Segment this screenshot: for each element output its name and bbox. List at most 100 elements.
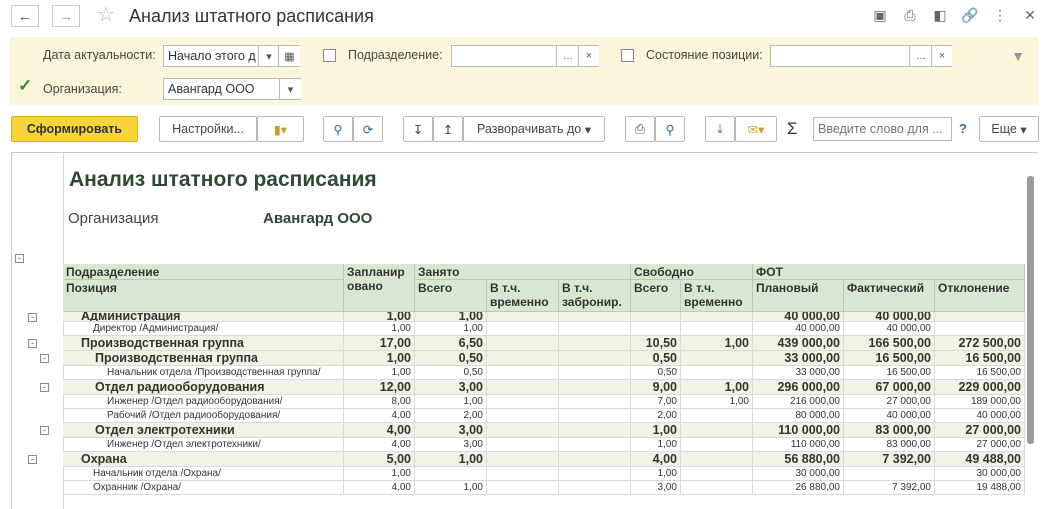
preview-icon[interactable]: ◧ xyxy=(931,6,949,24)
cell-name: Инженер /Отдел радиооборудования/ xyxy=(63,395,344,408)
table-row[interactable]: Инженер /Отдел электротехники/4,00 3,00 1,… xyxy=(63,438,1025,452)
cell-free-temp: 1,00 xyxy=(681,395,753,408)
cell-occ: 0,50 xyxy=(415,366,487,379)
find-button[interactable]: ⚲ xyxy=(323,116,353,142)
cell-fot-fact xyxy=(844,467,935,480)
print-button[interactable]: ⎙ xyxy=(625,116,655,142)
find-next-button[interactable]: ⟳ xyxy=(353,116,383,142)
cell-occ: 3,00 xyxy=(415,380,487,394)
sort-up-icon: ↥ xyxy=(442,122,454,137)
cell-free xyxy=(631,322,681,335)
collapse-group-button[interactable]: - xyxy=(40,354,49,363)
group-row[interactable]: Отдел радиооборудования 12,00 3,00 9,00 1,00… xyxy=(63,380,1025,395)
cell-dev: 30 000,00 xyxy=(935,467,1025,480)
variants-button[interactable]: ▮▾ xyxy=(257,116,304,142)
cell-occ: 1,00 xyxy=(415,312,487,321)
cell-plan: 1,00 xyxy=(344,322,415,335)
date-dropdown-button[interactable]: ▾ xyxy=(258,46,279,66)
group-row[interactable]: Охрана 5,00 1,00 4,00 56 880,00 7 392,00 49 48… xyxy=(63,452,1025,467)
cell-plan: 5,00 xyxy=(344,452,415,466)
state-select-button[interactable]: ... xyxy=(909,46,932,66)
preview-button[interactable]: ⚲ xyxy=(655,116,685,142)
cell-temp xyxy=(487,423,559,437)
cell-fot-plan: 80 000,00 xyxy=(753,409,844,422)
org-dropdown-button[interactable]: ▾ xyxy=(279,79,301,99)
close-icon[interactable]: ✕ xyxy=(1021,6,1039,24)
date-label: Дата актуальности: xyxy=(43,48,156,62)
menu-dots-icon[interactable]: ⋮ xyxy=(991,6,1009,24)
state-clear-button[interactable]: × xyxy=(931,46,952,66)
link-icon[interactable]: 🔗 xyxy=(961,6,979,24)
collapse-group-button[interactable]: - xyxy=(28,312,37,322)
group-row[interactable]: Отдел электротехники 4,00 3,00 1,00 110 000,… xyxy=(63,423,1025,438)
help-button[interactable]: ? xyxy=(959,121,967,136)
unit-field[interactable]: ... × xyxy=(451,45,599,67)
save-icon[interactable]: ▣ xyxy=(871,6,889,24)
unit-clear-button[interactable]: × xyxy=(578,46,599,66)
group-row[interactable]: Администрация 1,00 1,00 40 000,00 40 000,00 xyxy=(63,312,1025,322)
table-row[interactable]: Инженер /Отдел радиооборудования/8,00 1,0… xyxy=(63,395,1025,409)
header-fot-planned: Плановый xyxy=(753,280,844,312)
cell-temp xyxy=(487,452,559,466)
cell-temp xyxy=(487,395,559,408)
state-field[interactable]: ... × xyxy=(770,45,952,67)
back-button[interactable]: ← xyxy=(11,5,39,27)
collapse-all-button[interactable]: - xyxy=(15,254,24,263)
cell-free-temp xyxy=(681,322,753,335)
save-file-button[interactable]: ⤓ xyxy=(705,116,735,142)
expand-button[interactable]: ↥ xyxy=(433,116,463,142)
header-occ-total: Всего xyxy=(415,280,487,312)
more-button[interactable]: Еще ▾ xyxy=(979,116,1039,142)
unit-select-button[interactable]: ... xyxy=(556,46,579,66)
group-row[interactable]: Производственная группа 1,00 0,50 0,50 33 00… xyxy=(63,351,1025,366)
collapse-group-button[interactable]: - xyxy=(40,426,49,435)
cell-fot-fact: 27 000,00 xyxy=(844,395,935,408)
cell-name: Отдел радиооборудования xyxy=(63,380,344,394)
cell-occ: 6,50 xyxy=(415,336,487,350)
org-checkbox[interactable]: ✓ xyxy=(18,77,34,95)
cell-plan: 1,00 xyxy=(344,312,415,321)
table-row[interactable]: Рабочий /Отдел радиооборудования/4,00 2,0… xyxy=(63,409,1025,423)
org-field[interactable]: Авангард ООО ▾ xyxy=(163,78,301,100)
sum-icon[interactable]: Σ xyxy=(787,119,798,139)
vertical-scrollbar[interactable] xyxy=(1027,176,1034,444)
cell-dev xyxy=(935,312,1025,321)
generate-button[interactable]: Сформировать xyxy=(11,116,138,142)
expand-to-button[interactable]: Разворачивать до ▾ xyxy=(463,116,605,142)
settings-button[interactable]: Настройки... xyxy=(159,116,257,142)
filter-funnel-icon[interactable]: ▼ xyxy=(1009,47,1027,65)
table-row[interactable]: Охранник /Охрана/4,00 1,00 3,00 26 880,00 7 … xyxy=(63,481,1025,495)
cell-dev: 19 488,00 xyxy=(935,481,1025,494)
collapse-group-button[interactable]: - xyxy=(40,383,49,392)
table-row[interactable]: Начальник отдела /Охрана/1,00 1,00 30 000,… xyxy=(63,467,1025,481)
cell-free-temp xyxy=(681,312,753,321)
favorite-star-icon[interactable]: ☆ xyxy=(97,4,115,26)
calendar-button[interactable]: ▦ xyxy=(278,46,300,66)
cell-res xyxy=(559,423,631,437)
collapse-group-button[interactable]: - xyxy=(28,339,37,348)
cell-free: 4,00 xyxy=(631,452,681,466)
cell-fot-fact: 40 000,00 xyxy=(844,322,935,335)
group-row[interactable]: Производственная группа 17,00 6,50 10,50 1,0… xyxy=(63,336,1025,351)
print-icon[interactable]: ⎙ xyxy=(901,6,919,24)
cell-dev: 189 000,00 xyxy=(935,395,1025,408)
send-mail-button[interactable]: ✉▾ xyxy=(735,116,777,142)
cell-name: Инженер /Отдел электротехники/ xyxy=(63,438,344,451)
cell-dev: 16 500,00 xyxy=(935,351,1025,365)
cell-plan: 12,00 xyxy=(344,380,415,394)
date-field[interactable]: Начало этого д ▾ ▦ xyxy=(163,45,300,67)
unit-checkbox[interactable] xyxy=(323,49,336,62)
table-row[interactable]: Директор /Администрация/1,00 1,00 40 000,0… xyxy=(63,322,1025,336)
table-row[interactable]: Начальник отдела /Производственная групп… xyxy=(63,366,1025,380)
cell-name: Администрация xyxy=(63,312,344,321)
cell-fot-plan: 33 000,00 xyxy=(753,366,844,379)
collapse-button[interactable]: ↧ xyxy=(403,116,433,142)
report-gutter xyxy=(12,153,64,509)
cell-dev: 40 000,00 xyxy=(935,409,1025,422)
collapse-group-button[interactable]: - xyxy=(28,455,37,464)
search-input[interactable] xyxy=(813,117,952,141)
forward-button[interactable]: → xyxy=(52,5,80,27)
cell-plan: 4,00 xyxy=(344,438,415,451)
state-checkbox[interactable] xyxy=(621,49,634,62)
printer-icon: ⎙ xyxy=(634,121,645,136)
